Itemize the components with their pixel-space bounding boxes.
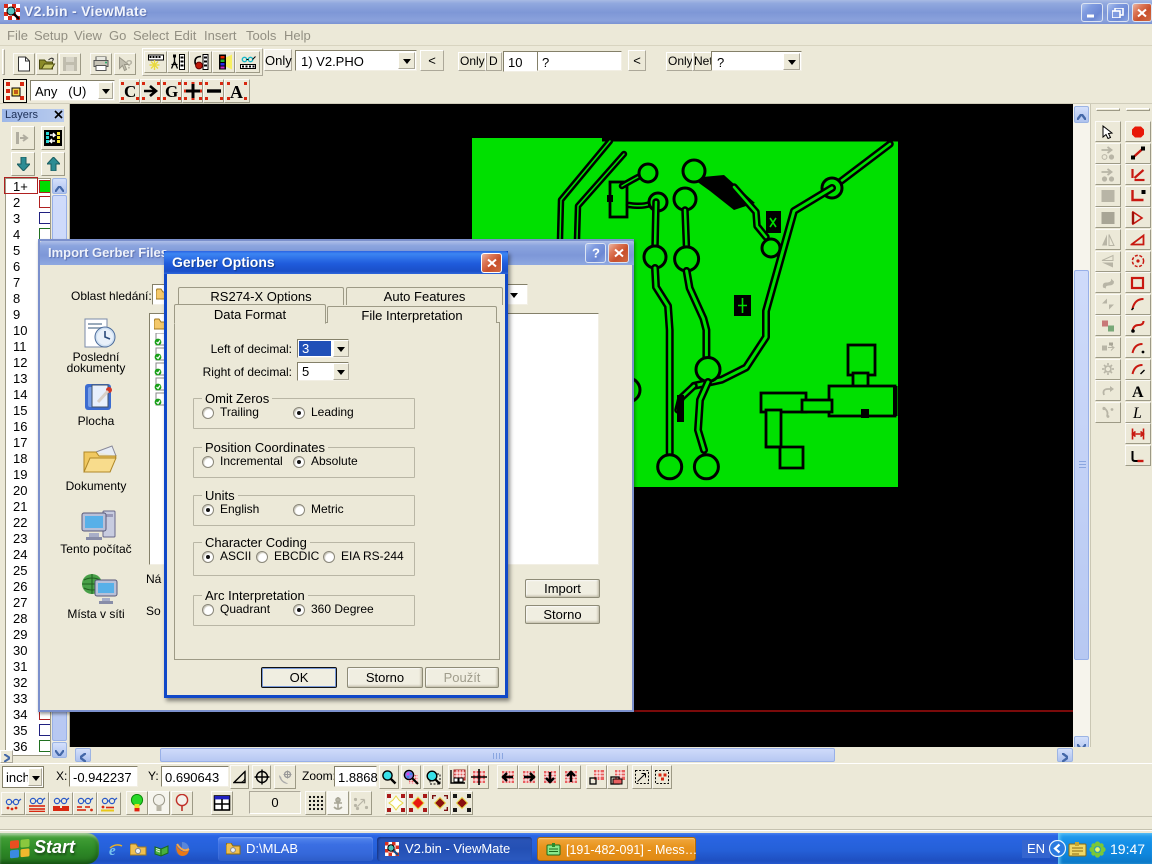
svg-text:?: ? — [126, 58, 133, 72]
svg-text:G: G — [165, 82, 178, 100]
svg-text:A: A — [1132, 384, 1144, 398]
svg-text:L: L — [1132, 405, 1142, 419]
svg-text:A: A — [230, 82, 243, 100]
svg-text:?: ? — [592, 247, 600, 260]
svg-text:C: C — [124, 82, 136, 100]
